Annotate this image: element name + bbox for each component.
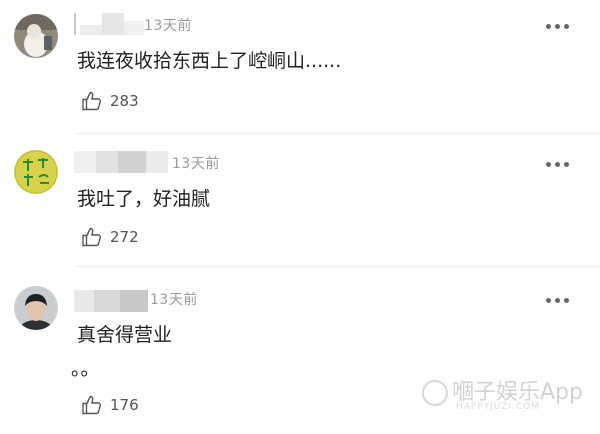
comment-text: 真舍得营业: [77, 324, 173, 346]
watermark: 嗰子娱乐App HAPPYJUZI.COM: [422, 374, 590, 422]
like-count: 272: [110, 228, 139, 246]
watermark-logo-icon: [422, 380, 448, 406]
like-button[interactable]: 283: [80, 88, 139, 114]
comment-time: 13天前: [172, 156, 220, 172]
divider: [74, 266, 600, 267]
avatar[interactable]: [14, 14, 58, 58]
more-dots-icon[interactable]: [546, 298, 570, 304]
username-blurred[interactable]: [74, 151, 168, 173]
like-count: 176: [110, 396, 139, 414]
comment-item: 13天前 我连夜收拾东西上了崆峒山...... 283: [0, 0, 600, 134]
comment-list: 13天前 我连夜收拾东西上了崆峒山...... 283 13天前 我吐了，好油腻…: [0, 0, 600, 434]
like-button[interactable]: 176: [80, 392, 139, 418]
more-dots-icon[interactable]: [546, 162, 570, 168]
comment-text-line2: 。。: [71, 358, 100, 380]
comment-time: 13天前: [144, 18, 192, 34]
thumbs-up-icon: [82, 91, 101, 111]
username-blurred[interactable]: [74, 13, 144, 35]
comment-time: 13天前: [150, 292, 198, 308]
thumbs-up-icon: [82, 395, 101, 415]
comment-item: 13天前 我吐了，好油腻 272: [0, 134, 600, 268]
thumbs-up-icon: [82, 227, 101, 247]
comment-text: 我吐了，好油腻: [77, 188, 211, 210]
username-blurred[interactable]: [74, 290, 148, 312]
like-count: 283: [110, 92, 139, 110]
more-dots-icon[interactable]: [546, 24, 570, 30]
comment-text: 我连夜收拾东西上了崆峒山......: [77, 50, 342, 72]
avatar[interactable]: [14, 150, 58, 194]
like-button[interactable]: 272: [80, 224, 139, 250]
watermark-subtext: HAPPYJUZI.COM: [456, 402, 540, 412]
avatar[interactable]: [14, 286, 58, 330]
